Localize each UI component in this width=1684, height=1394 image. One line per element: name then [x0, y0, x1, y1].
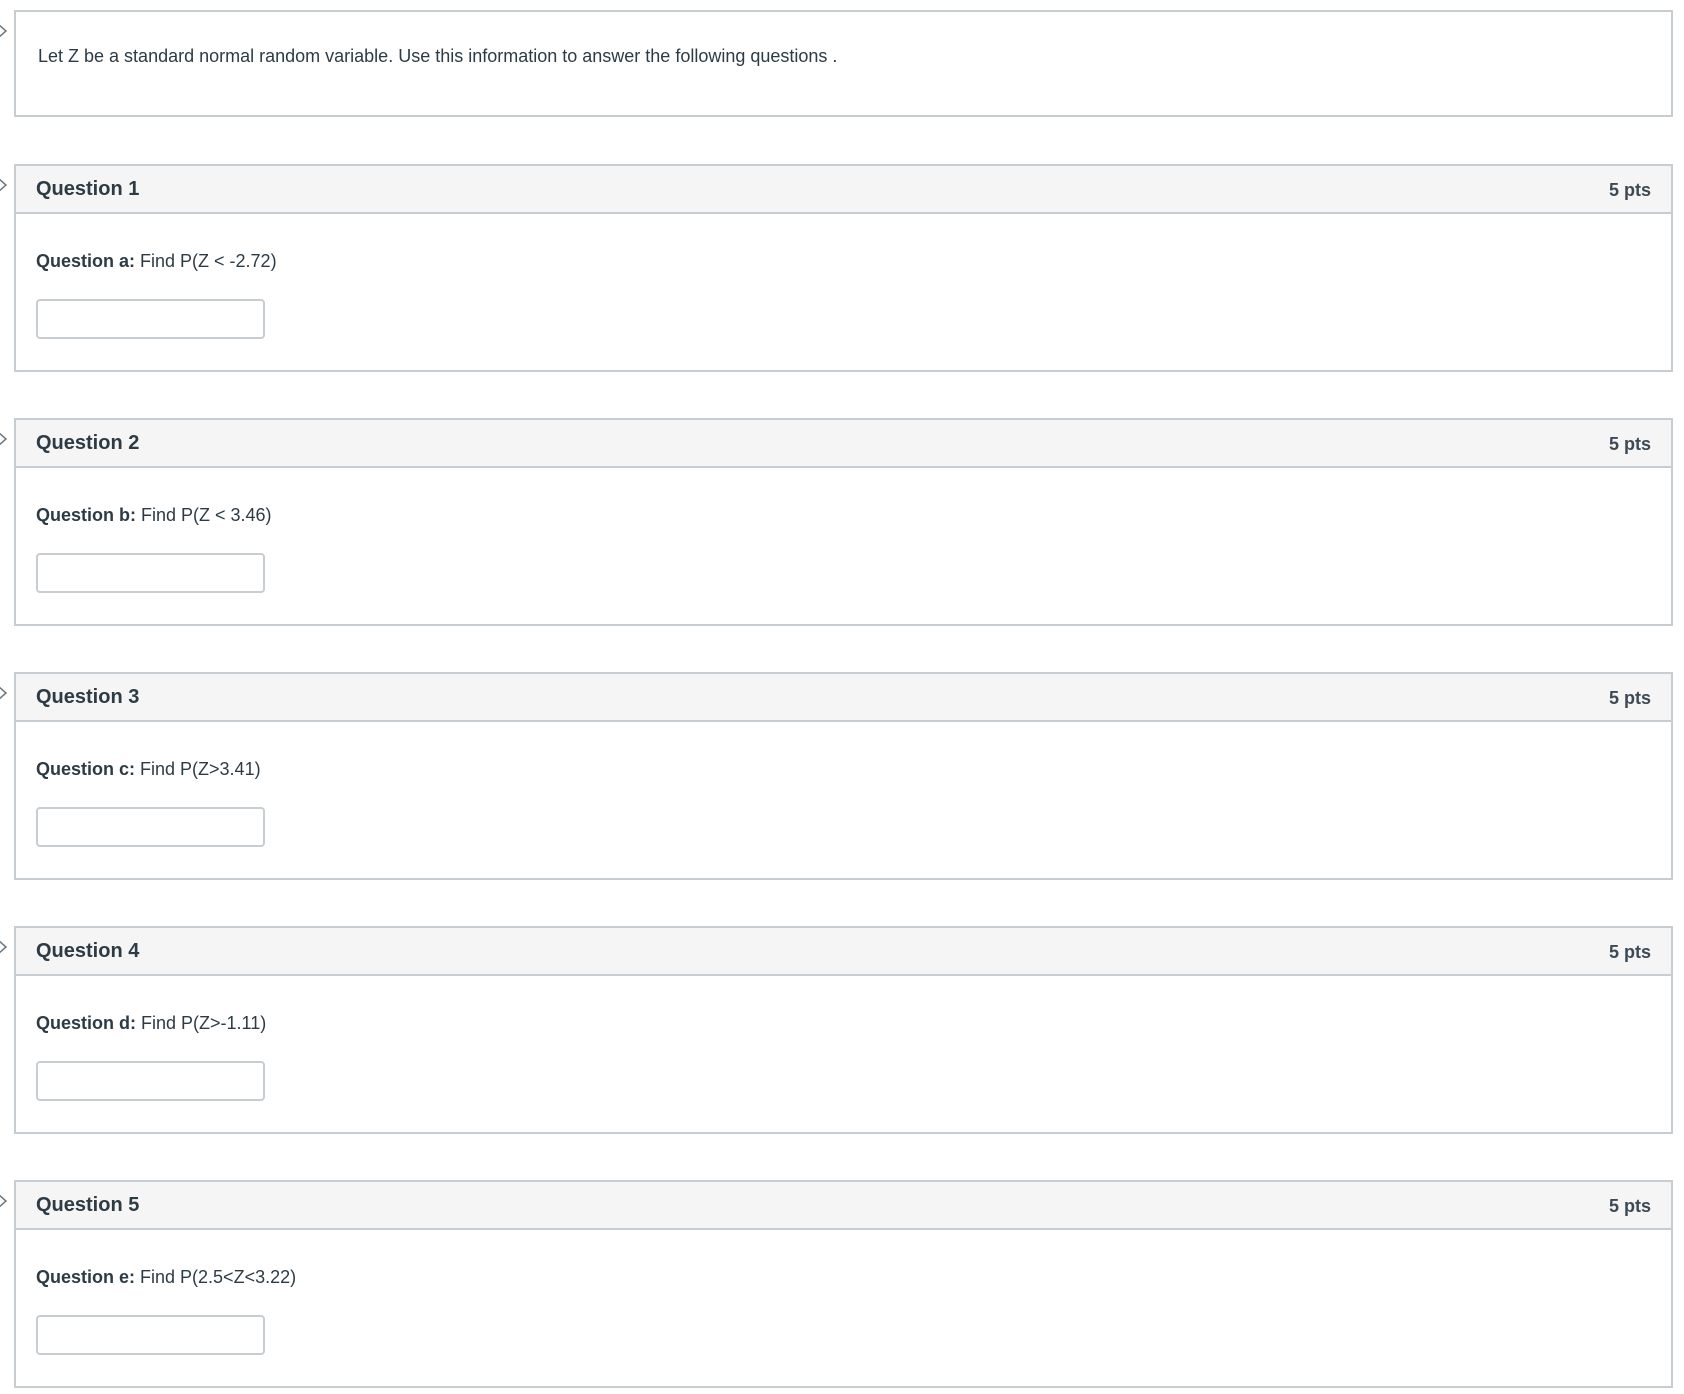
question-prefix: Question a:	[36, 251, 136, 271]
question-title: Question 4	[36, 940, 140, 962]
question-prefix: Question e:	[36, 1267, 136, 1287]
question-header: Question 4 5 pts	[16, 928, 1671, 976]
question-card: Question 1 5 pts Question a: Find P(Z < …	[14, 164, 1673, 372]
question-points: 5 pts	[1608, 1196, 1651, 1216]
question-prompt: Find P(Z < -2.72)	[135, 251, 277, 271]
question-card: Question 4 5 pts Question d: Find P(Z>-1…	[14, 926, 1673, 1134]
flag-icon[interactable]	[0, 176, 10, 194]
question-prefix: Question c:	[36, 759, 136, 779]
question-prompt: Find P(Z < 3.46)	[136, 505, 272, 525]
question-text: Question e: Find P(2.5<Z<3.22)	[36, 1267, 296, 1288]
answer-input[interactable]	[36, 553, 265, 593]
flag-icon[interactable]	[0, 1192, 10, 1210]
quiz-page: Let Z be a standard normal random variab…	[0, 0, 1684, 1394]
question-points: 5 pts	[1608, 434, 1651, 454]
question-title: Question 5	[36, 1194, 140, 1216]
question-text: Question a: Find P(Z < -2.72)	[36, 251, 277, 272]
question-prompt: Find P(Z>-1.11)	[136, 1013, 267, 1033]
question-header: Question 5 5 pts	[16, 1182, 1671, 1230]
flag-icon[interactable]	[0, 938, 10, 956]
question-prefix: Question b:	[36, 505, 136, 525]
question-card: Question 5 5 pts Question e: Find P(2.5<…	[14, 1180, 1673, 1388]
question-header: Question 1 5 pts	[16, 166, 1671, 214]
question-points: 5 pts	[1608, 688, 1651, 708]
question-prompt: Find P(Z>3.41)	[135, 759, 261, 779]
question-points: 5 pts	[1608, 180, 1651, 200]
intro-text: Let Z be a standard normal random variab…	[38, 46, 838, 66]
flag-icon[interactable]	[0, 22, 10, 40]
question-header: Question 2 5 pts	[16, 420, 1671, 468]
question-text: Question d: Find P(Z>-1.11)	[36, 1013, 266, 1034]
answer-input[interactable]	[36, 1061, 265, 1101]
flag-icon[interactable]	[0, 430, 10, 448]
question-title: Question 3	[36, 686, 140, 708]
flag-icon[interactable]	[0, 684, 10, 702]
question-title: Question 2	[36, 432, 140, 454]
question-text: Question c: Find P(Z>3.41)	[36, 759, 261, 780]
question-prefix: Question d:	[36, 1013, 136, 1033]
question-card: Question 2 5 pts Question b: Find P(Z < …	[14, 418, 1673, 626]
question-prompt: Find P(2.5<Z<3.22)	[135, 1267, 297, 1287]
question-card: Question 3 5 pts Question c: Find P(Z>3.…	[14, 672, 1673, 880]
answer-input[interactable]	[36, 1315, 265, 1355]
question-title: Question 1	[36, 178, 140, 200]
answer-input[interactable]	[36, 807, 265, 847]
question-header: Question 3 5 pts	[16, 674, 1671, 722]
intro-text-block: Let Z be a standard normal random variab…	[14, 10, 1673, 117]
question-points: 5 pts	[1608, 942, 1651, 962]
answer-input[interactable]	[36, 299, 265, 339]
question-text: Question b: Find P(Z < 3.46)	[36, 505, 272, 526]
